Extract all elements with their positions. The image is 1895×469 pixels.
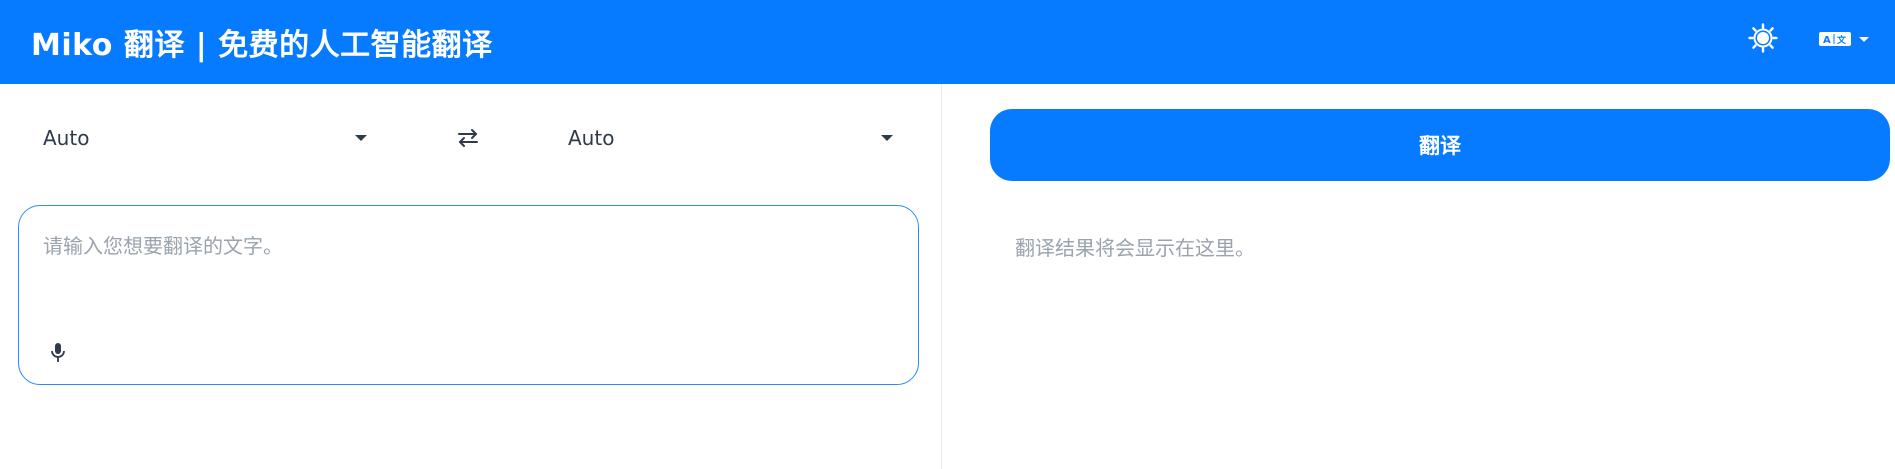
source-language-value: Auto <box>43 126 90 150</box>
result-pane: 翻译 翻译结果将会显示在这里。 <box>943 84 1895 469</box>
source-pane: Auto Auto <box>0 84 942 469</box>
main-content: Auto Auto 请输入您想要翻译的文字。 翻译 翻译结果将会显示在这里。 <box>0 84 1895 469</box>
source-text-input[interactable] <box>43 230 893 330</box>
microphone-icon <box>51 343 65 362</box>
swap-languages-button[interactable] <box>452 122 484 154</box>
target-language-select[interactable]: Auto <box>568 114 893 162</box>
swap-arrows-icon <box>458 129 478 147</box>
source-language-select[interactable]: Auto <box>43 114 367 162</box>
chevron-down-icon <box>1859 37 1869 42</box>
chevron-down-icon <box>355 135 367 141</box>
translate-language-icon: A 文 <box>1819 32 1851 46</box>
voice-input-button[interactable] <box>43 338 73 368</box>
chevron-down-icon <box>881 135 893 141</box>
app-title[interactable]: Miko 翻译 | 免费的人工智能翻译 <box>31 20 493 64</box>
svg-text:A: A <box>1823 35 1831 46</box>
svg-text:文: 文 <box>1836 34 1847 46</box>
sun-icon <box>1748 23 1778 53</box>
source-text-box <box>18 205 919 385</box>
translation-result: 翻译结果将会显示在这里。 <box>1015 236 1255 260</box>
translate-button[interactable]: 翻译 <box>990 109 1890 181</box>
top-navbar: Miko 翻译 | 免费的人工智能翻译 A 文 <box>0 0 1895 84</box>
target-language-value: Auto <box>568 126 615 150</box>
interface-language-dropdown[interactable]: A 文 <box>1818 24 1878 54</box>
theme-toggle-button[interactable] <box>1745 20 1781 56</box>
